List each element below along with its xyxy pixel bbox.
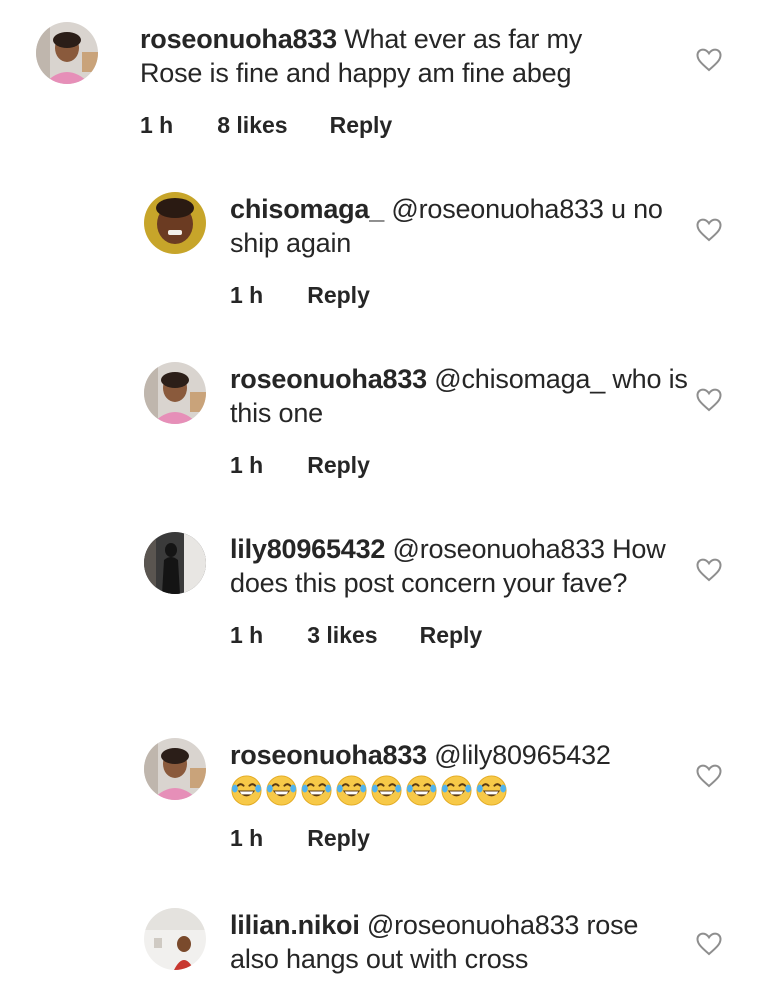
timestamp: 1 h — [140, 112, 174, 138]
tears-of-joy-emoji — [405, 774, 438, 807]
username[interactable]: roseonuoha833 — [230, 364, 427, 394]
comment-text: roseonuoha833 What ever as far my Rose i… — [140, 22, 600, 90]
comment-text: lily80965432 @roseonuoha833 How does thi… — [230, 532, 690, 600]
avatar[interactable] — [144, 362, 206, 424]
comment-body: roseonuoha833 What ever as far my Rose i… — [140, 22, 600, 139]
tears-of-joy-emoji — [440, 774, 473, 807]
likes-count[interactable]: 8 likes — [217, 112, 287, 139]
username[interactable]: lily80965432 — [230, 534, 385, 564]
tears-of-joy-emoji — [300, 774, 333, 807]
rose-avatar — [36, 22, 98, 84]
tears-of-joy-emoji — [335, 774, 368, 807]
comment-content: @lily80965432 — [426, 740, 611, 770]
comment-meta: 1 h Reply — [230, 825, 690, 852]
heart-icon[interactable] — [696, 388, 722, 412]
heart-icon[interactable] — [696, 932, 722, 956]
avatar[interactable] — [36, 22, 98, 84]
comment-text: chisomaga_ @roseonuoha833 u no ship agai… — [230, 192, 690, 260]
tears-of-joy-emoji — [370, 774, 403, 807]
username[interactable]: lilian.nikoi — [230, 910, 360, 940]
comment-text: roseonuoha833 @lily80965432 — [230, 738, 690, 772]
comment-text: roseonuoha833 @chisomaga_ who is this on… — [230, 362, 690, 430]
silhouette-avatar — [144, 532, 206, 594]
comment-body: roseonuoha833 @lily80965432 1 h Reply — [230, 738, 690, 852]
heart-icon[interactable] — [696, 218, 722, 242]
emoji-row — [230, 774, 690, 807]
likes-count[interactable]: 3 likes — [307, 622, 377, 649]
heart-icon[interactable] — [696, 764, 722, 788]
username[interactable]: chisomaga_ — [230, 194, 384, 224]
comment-body: chisomaga_ @roseonuoha833 u no ship agai… — [230, 192, 690, 309]
avatar[interactable] — [144, 532, 206, 594]
tears-of-joy-emoji — [265, 774, 298, 807]
comment-text: lilian.nikoi @roseonuoha833 rose also ha… — [230, 908, 690, 976]
avatar[interactable] — [144, 738, 206, 800]
comment-meta: 1 h Reply — [230, 452, 690, 479]
comment-meta: 1 h 3 likes Reply — [230, 622, 690, 649]
timestamp: 1 h — [230, 452, 264, 478]
reply-button[interactable]: Reply — [330, 112, 393, 139]
timestamp: 1 h — [230, 825, 264, 851]
reply-button[interactable]: Reply — [307, 825, 370, 852]
comment-body: lily80965432 @roseonuoha833 How does thi… — [230, 532, 690, 649]
tears-of-joy-emoji — [475, 774, 508, 807]
comment-meta: 1 h 8 likes Reply — [140, 112, 600, 139]
tears-of-joy-emoji — [230, 774, 263, 807]
comment-thread: roseonuoha833 What ever as far my Rose i… — [0, 0, 768, 993]
reply-button[interactable]: Reply — [307, 282, 370, 309]
comment-meta: 1 h Reply — [230, 282, 690, 309]
comment-body: lilian.nikoi @roseonuoha833 rose also ha… — [230, 908, 690, 976]
reply-button[interactable]: Reply — [420, 622, 483, 649]
light-avatar — [144, 908, 206, 970]
username[interactable]: roseonuoha833 — [140, 24, 337, 54]
reply-button[interactable]: Reply — [307, 452, 370, 479]
timestamp: 1 h — [230, 282, 264, 308]
avatar[interactable] — [144, 192, 206, 254]
username[interactable]: roseonuoha833 — [230, 740, 427, 770]
heart-icon[interactable] — [696, 558, 722, 582]
child-avatar — [144, 192, 206, 254]
timestamp: 1 h — [230, 622, 264, 648]
rose-avatar — [144, 738, 206, 800]
comment-body: roseonuoha833 @chisomaga_ who is this on… — [230, 362, 690, 479]
avatar[interactable] — [144, 908, 206, 970]
rose-avatar — [144, 362, 206, 424]
heart-icon[interactable] — [696, 48, 722, 72]
